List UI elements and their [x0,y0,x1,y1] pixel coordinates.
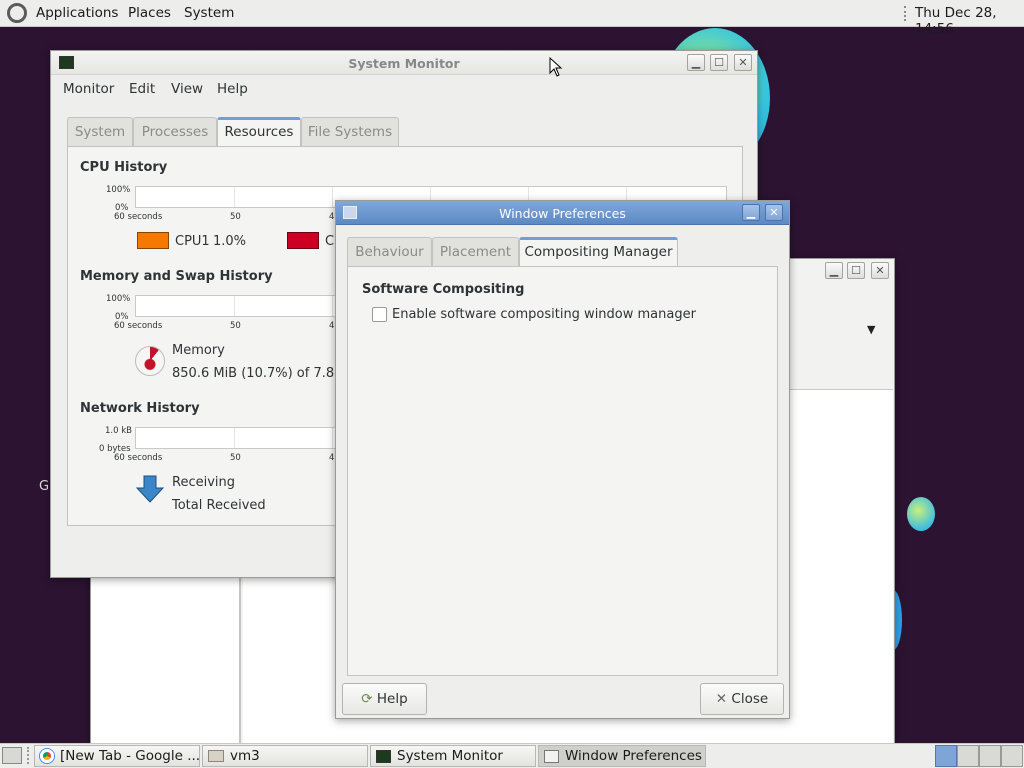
memory-y-top: 100% [106,294,131,304]
system-monitor-titlebar[interactable]: System Monitor ▁ ☐ ✕ [51,51,757,75]
network-x-start: 60 seconds [114,453,163,463]
workspace-1[interactable] [935,745,957,767]
distro-logo-icon[interactable] [7,3,27,23]
taskbar-item-vm3[interactable]: vm3 [202,745,368,767]
software-compositing-heading: Software Compositing [362,282,525,297]
bg-close-button[interactable]: ✕ [871,262,889,279]
mouse-cursor-icon [549,57,563,77]
window-preferences-titlebar[interactable]: Window Preferences ▁ ✕ [336,201,789,225]
memory-history-heading: Memory and Swap History [80,269,273,284]
workspace-2[interactable] [957,745,979,767]
taskbar-item-window-preferences[interactable]: Window Preferences [538,745,706,767]
window-preferences-icon [544,749,559,763]
window-preferences-dialog[interactable]: Window Preferences ▁ ✕ Behaviour Placeme… [335,200,790,719]
close-icon: ✕ [715,691,728,707]
network-x-mid: 50 [230,453,241,463]
cpu1-color-swatch[interactable] [137,232,169,249]
network-history-heading: Network History [80,401,200,416]
window-preferences-title: Window Preferences [499,206,626,221]
tab-file-systems[interactable]: File Systems [301,117,399,147]
workspace-4[interactable] [1001,745,1023,767]
memory-label: Memory [172,343,225,358]
taskbar-separator [27,747,29,764]
memory-x-mid: 50 [230,321,241,331]
tab-system[interactable]: System [67,117,133,147]
menu-monitor[interactable]: Monitor [63,81,114,97]
memory-value: 850.6 MiB (10.7%) of 7.8 GiE [172,366,361,381]
tab-placement[interactable]: Placement [432,237,519,267]
cpu1-value: 1.0% [213,234,247,249]
taskbar-item-chrome[interactable]: [New Tab - Google ... [34,745,200,767]
memory-pie-icon[interactable] [135,346,165,376]
network-y-top: 1.0 kB [105,426,132,436]
compositing-panel: Software Compositing Enable software com… [347,266,778,676]
bg-maximize-button[interactable]: ☐ [847,262,865,279]
cpu1-label: CPU1 [175,234,210,249]
chevron-down-icon[interactable]: ▼ [867,323,875,336]
help-button[interactable]: ⟳ Help [342,683,427,715]
compositing-checkbox[interactable] [372,307,387,322]
system-monitor-icon [376,749,391,763]
close-button-label: Close [731,691,769,707]
places-menu[interactable]: Places [128,5,171,21]
cpu-history-heading: CPU History [80,160,168,175]
taskbar-item-system-monitor[interactable]: System Monitor [370,745,536,767]
cpu-x-mid: 50 [230,212,241,222]
maximize-button[interactable]: ☐ [710,54,728,71]
help-icon: ⟳ [361,691,373,707]
receiving-label: Receiving [172,475,236,490]
download-arrow-icon [135,475,165,503]
close-button[interactable]: ✕ [765,204,783,221]
cpu2-color-swatch[interactable] [287,232,319,249]
compositing-checkbox-label[interactable]: Enable software compositing window manag… [392,307,696,322]
cpu-x-start: 60 seconds [114,212,163,222]
taskbar-item-label: vm3 [230,748,260,764]
menu-edit[interactable]: Edit [129,81,155,97]
total-received-label: Total Received [172,498,266,513]
minimize-button[interactable]: ▁ [742,204,760,221]
cpu-y-top: 100% [106,185,131,195]
clock[interactable]: Thu Dec 28, 14:56 [915,5,1024,37]
taskbar-item-label: [New Tab - Google ... [60,748,200,764]
menu-view[interactable]: View [171,81,203,97]
workspace-switcher[interactable] [935,745,1023,767]
menu-help[interactable]: Help [217,81,248,97]
tab-resources[interactable]: Resources [217,117,301,147]
minimize-button[interactable]: ▁ [687,54,705,71]
show-desktop-icon[interactable] [2,747,22,764]
close-button[interactable]: ✕ [734,54,752,71]
system-menu[interactable]: System [184,5,234,21]
taskbar-item-label: Window Preferences [565,748,702,764]
system-monitor-title: System Monitor [348,56,460,71]
folder-icon [208,750,224,762]
chrome-icon [40,749,54,763]
tab-compositing-manager[interactable]: Compositing Manager [519,237,678,267]
applications-menu[interactable]: Applications [36,5,118,21]
taskbar-item-label: System Monitor [397,748,503,764]
desktop-wallpaper-shape [907,497,935,531]
panel-separator [904,6,906,21]
workspace-3[interactable] [979,745,1001,767]
bg-minimize-button[interactable]: ▁ [825,262,843,279]
memory-x-start: 60 seconds [114,321,163,331]
close-dialog-button[interactable]: ✕ Close [700,683,784,715]
top-panel: Applications Places System Thu Dec 28, 1… [0,0,1024,37]
help-button-label: Help [376,691,408,707]
tab-behaviour[interactable]: Behaviour [347,237,432,267]
desktop-partial-label: G [39,479,50,494]
tab-processes[interactable]: Processes [133,117,217,147]
